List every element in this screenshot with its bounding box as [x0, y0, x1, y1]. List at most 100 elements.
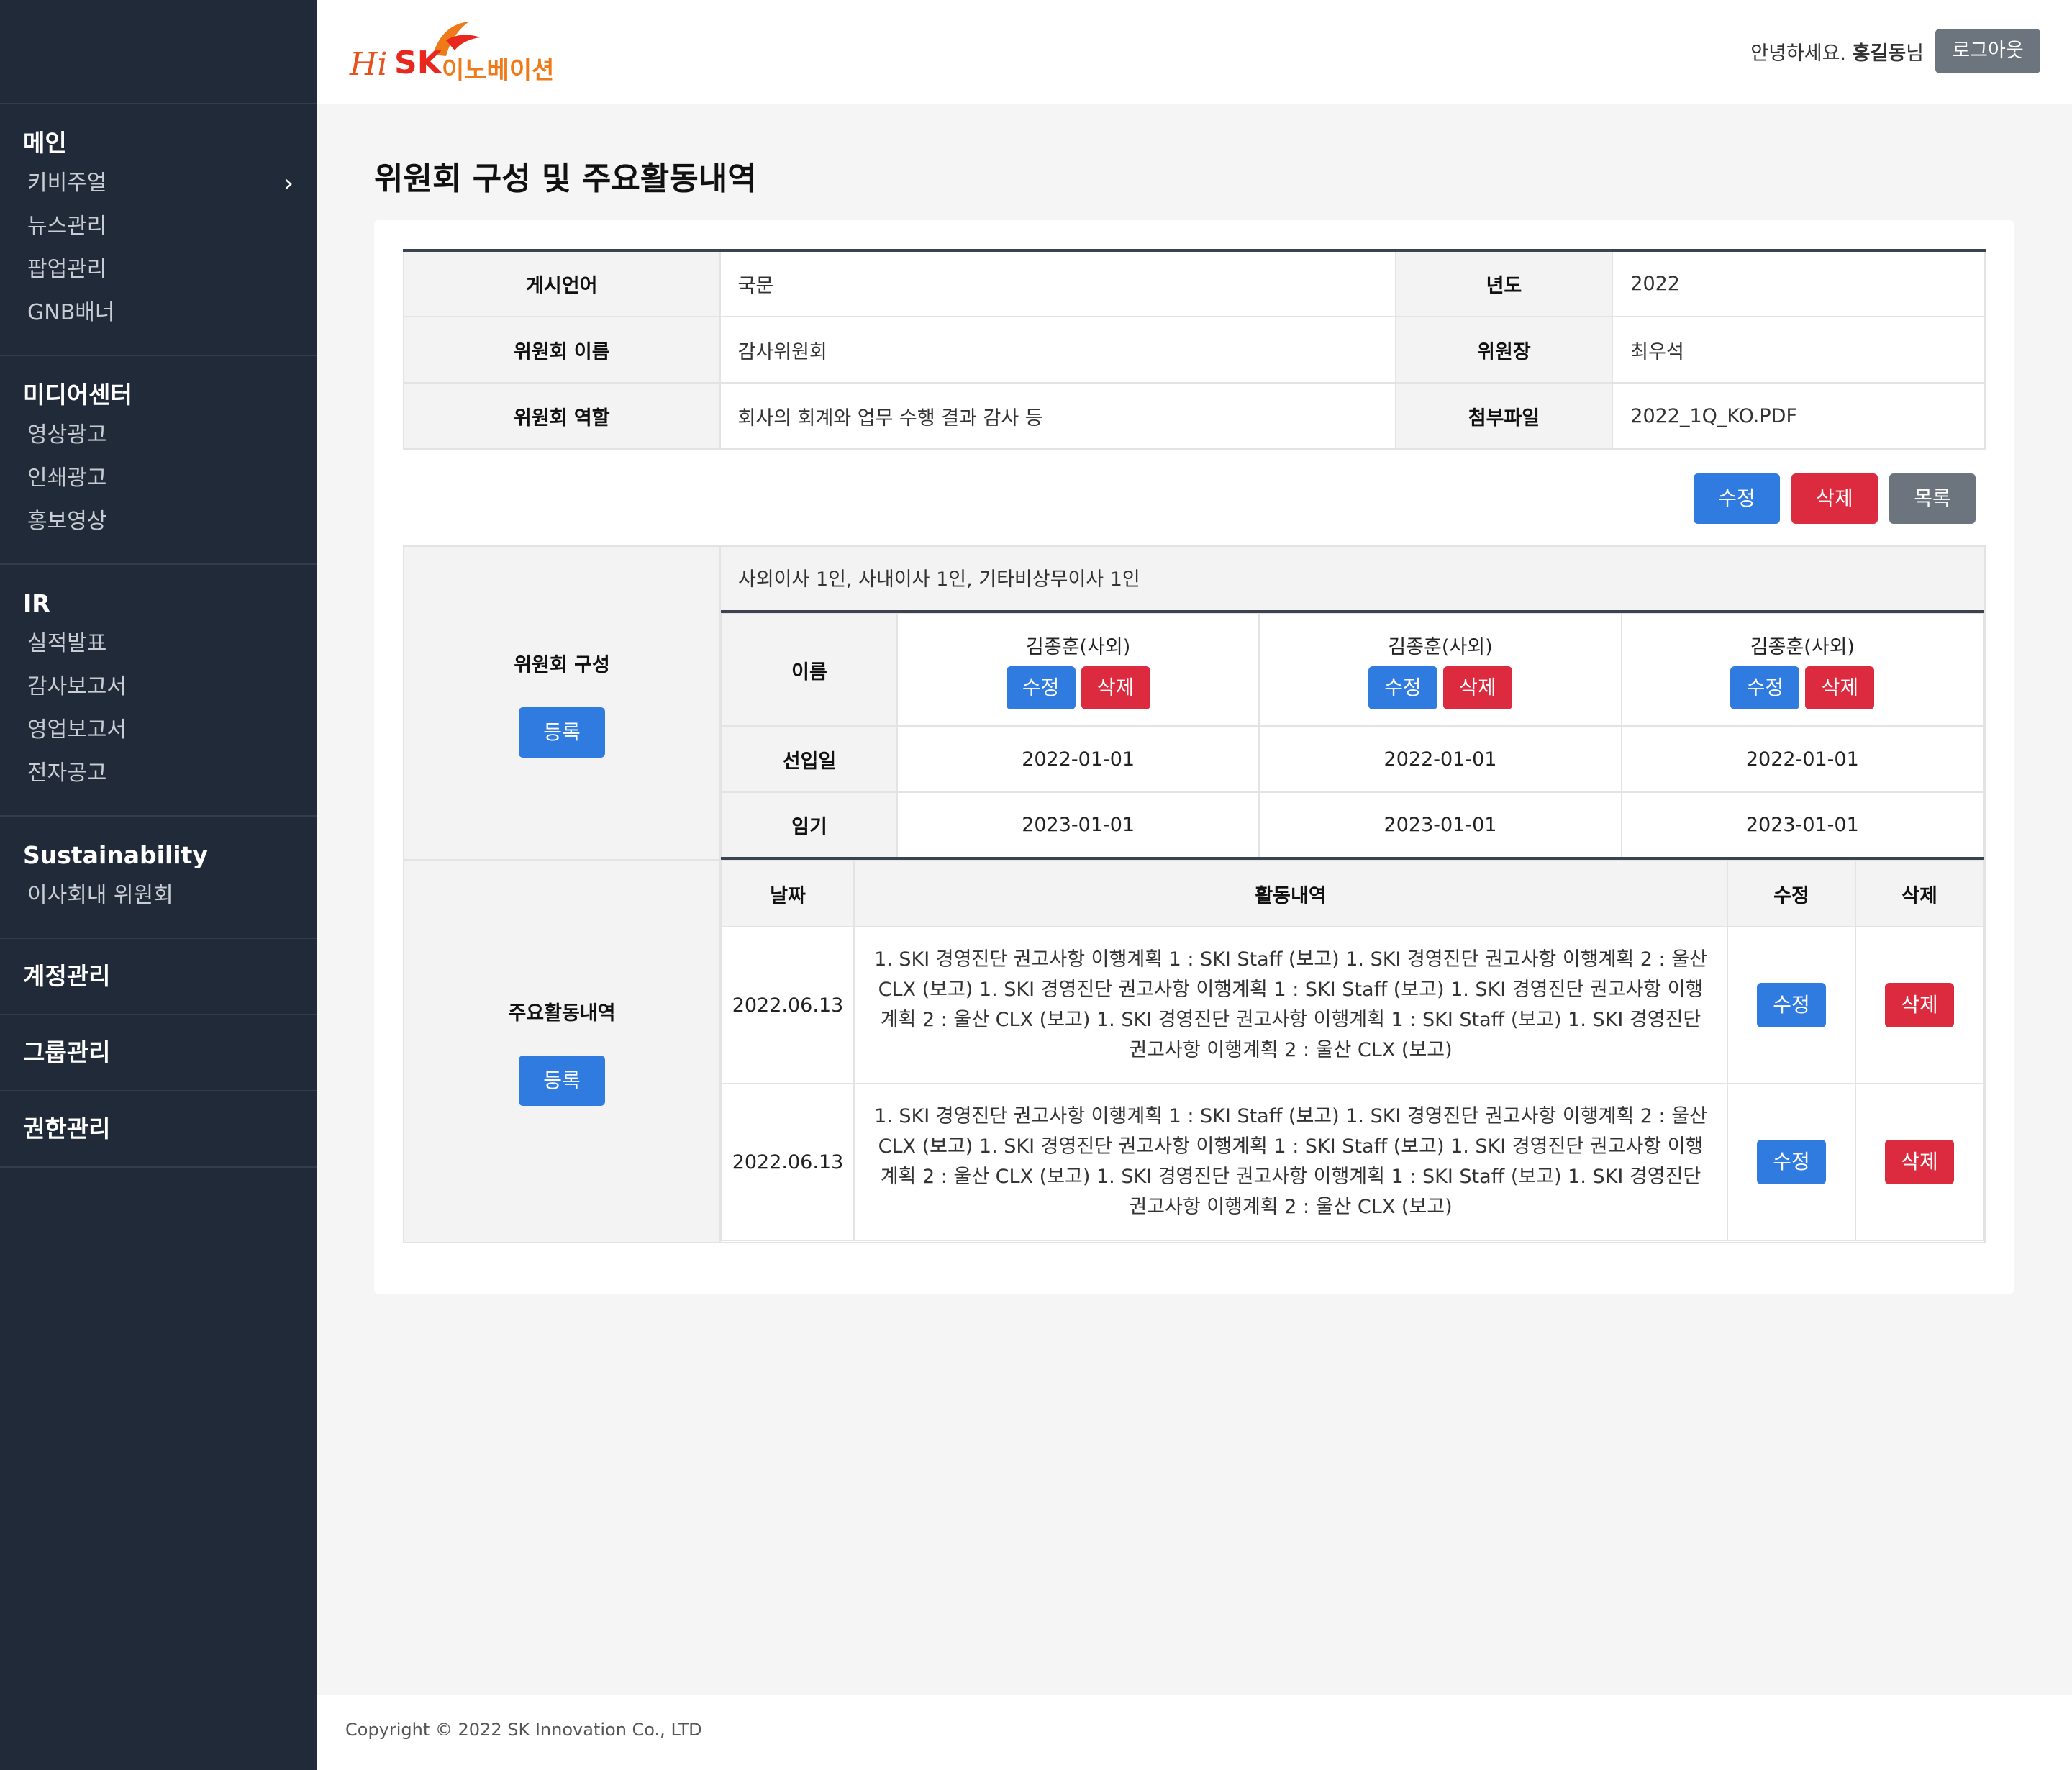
- member-delete-button[interactable]: 삭제: [1805, 666, 1875, 709]
- page-title: 위원회 구성 및 주요활동내역: [374, 160, 757, 197]
- member-name: 김종훈(사외): [1026, 635, 1131, 658]
- activity-edit-button[interactable]: 수정: [1757, 1140, 1826, 1184]
- year-label: 년도: [1394, 250, 1614, 317]
- committee-name-value: 감사위원회: [719, 316, 1396, 384]
- sidebar-item-gnb-banner[interactable]: GNB배너: [0, 291, 317, 335]
- sidebar-heading-sustainability[interactable]: Sustainability: [0, 837, 317, 874]
- sidebar-heading-main[interactable]: 메인: [0, 124, 317, 162]
- member-delete-button[interactable]: 삭제: [1081, 666, 1150, 709]
- sidebar-heading-accounts[interactable]: 계정관리: [0, 958, 317, 995]
- sidebar-item-video-ad[interactable]: 영상광고: [0, 414, 317, 457]
- activities-content: 날짜 활동내역 수정 삭제 2022.06.13 1. SKI 경영진단 권고사…: [720, 860, 1985, 1243]
- info-table: 게시언어 국문 년도 2022 위원회 이름 감사위원회 위원장 최우석 위원회…: [403, 249, 1986, 450]
- content-card: 게시언어 국문 년도 2022 위원회 이름 감사위원회 위원장 최우석 위원회…: [374, 220, 2014, 1294]
- sidebar-item-board-committee[interactable]: 이사회내 위원회: [0, 874, 317, 917]
- sidebar: 메인 키비주얼 › 뉴스관리 팝업관리 GNB배너 미디어센터 영상광고 인쇄광…: [0, 0, 317, 1770]
- greeting-text: 안녕하세요. 홍길동님: [1750, 37, 1924, 65]
- member-edit-button[interactable]: 수정: [1006, 666, 1076, 709]
- chevron-right-icon: ›: [283, 169, 294, 198]
- sidebar-section-groups: 그룹관리: [0, 1015, 317, 1092]
- greeting-prefix: 안녕하세요.: [1750, 42, 1847, 65]
- logo-sk: SK: [394, 45, 442, 81]
- sidebar-item-popup[interactable]: 팝업관리: [0, 248, 317, 291]
- register-activity-button[interactable]: 등록: [519, 1055, 605, 1106]
- sidebar-item-earnings[interactable]: 실적발표: [0, 622, 317, 666]
- composition-header-cell: 위원회 구성 등록: [404, 546, 721, 861]
- footer: Copyright © 2022 SK Innovation Co., LTD: [317, 1695, 2072, 1770]
- activities-content-header: 활동내역: [853, 860, 1728, 927]
- attachment-label: 첨부파일: [1394, 382, 1614, 450]
- sidebar-heading-permissions[interactable]: 권한관리: [0, 1110, 317, 1148]
- activities-table: 날짜 활동내역 수정 삭제 2022.06.13 1. SKI 경영진단 권고사…: [721, 860, 1984, 1241]
- activities-edit-header: 수정: [1727, 860, 1856, 927]
- year-value: 2022: [1612, 250, 1986, 317]
- member-name-label: 이름: [721, 613, 898, 727]
- activities-date-header: 날짜: [721, 860, 855, 927]
- committee-name-label: 위원회 이름: [403, 316, 721, 384]
- sidebar-item-print-ad[interactable]: 인쇄광고: [0, 457, 317, 500]
- activity-delete-button[interactable]: 삭제: [1885, 1140, 1954, 1184]
- table-row: 2022.06.13 1. SKI 경영진단 권고사항 이행계획 1 : SKI…: [721, 926, 1984, 1084]
- activities-label: 주요활동내역: [508, 1002, 616, 1025]
- activity-edit-cell: 수정: [1727, 926, 1856, 1084]
- sidebar-item-keyvisual[interactable]: 키비주얼 ›: [0, 162, 317, 205]
- member-term: 2023-01-01: [896, 791, 1260, 860]
- member-appointed: 2022-01-01: [896, 725, 1260, 793]
- sidebar-item-pr-video[interactable]: 홍보영상: [0, 500, 317, 543]
- sidebar-section-ir: IR 실적발표 감사보고서 영업보고서 전자공고: [0, 565, 317, 817]
- edit-button[interactable]: 수정: [1694, 473, 1780, 524]
- sidebar-item-e-notice[interactable]: 전자공고: [0, 752, 317, 795]
- activity-delete-button[interactable]: 삭제: [1885, 983, 1954, 1027]
- sidebar-heading-media[interactable]: 미디어센터: [0, 376, 317, 414]
- user-name: 홍길동: [1852, 42, 1907, 65]
- copyright-text: Copyright © 2022 SK Innovation Co., LTD: [345, 1720, 702, 1740]
- sidebar-section-accounts: 계정관리: [0, 939, 317, 1015]
- brand-logo[interactable]: Hi SK 이노베이션: [350, 17, 580, 89]
- greeting-suffix: 님: [1906, 42, 1924, 65]
- register-member-button[interactable]: 등록: [519, 707, 605, 758]
- term-label: 임기: [721, 791, 898, 860]
- list-button[interactable]: 목록: [1889, 473, 1976, 524]
- activities-delete-header: 삭제: [1855, 860, 1984, 927]
- appointed-label: 선입일: [721, 725, 898, 793]
- sidebar-heading-groups[interactable]: 그룹관리: [0, 1034, 317, 1071]
- action-buttons: 수정 삭제 목록: [1694, 473, 1976, 524]
- activity-content: 1. SKI 경영진단 권고사항 이행계획 1 : SKI Staff (보고)…: [853, 1083, 1728, 1241]
- members-table: 이름 김종훈(사외) 수정 삭제 김종훈(사외) 수정 삭제 김종훈(사외) 수…: [721, 613, 1985, 860]
- sidebar-section-permissions: 권한관리: [0, 1092, 317, 1168]
- sidebar-section-sustainability: Sustainability 이사회내 위원회: [0, 817, 317, 939]
- activity-edit-button[interactable]: 수정: [1757, 983, 1826, 1027]
- sidebar-item-audit-report[interactable]: 감사보고서: [0, 666, 317, 709]
- lang-value: 국문: [719, 250, 1396, 317]
- activity-delete-cell: 삭제: [1855, 926, 1984, 1084]
- member-edit-button[interactable]: 수정: [1730, 666, 1800, 709]
- sidebar-item-label: 키비주얼: [27, 171, 107, 196]
- committee-detail-table: 위원회 구성 등록 사외이사 1인, 사내이사 1인, 기타비상무이사 1인 이…: [403, 545, 1986, 1243]
- member-name: 김종훈(사외): [1750, 635, 1855, 658]
- attachment-link[interactable]: 2022_1Q_KO.PDF: [1612, 382, 1986, 450]
- sidebar-item-news[interactable]: 뉴스관리: [0, 205, 317, 248]
- activity-date: 2022.06.13: [721, 926, 855, 1084]
- activity-content: 1. SKI 경영진단 권고사항 이행계획 1 : SKI Staff (보고)…: [853, 926, 1728, 1084]
- logo-hi: Hi: [350, 46, 388, 83]
- member-appointed: 2022-01-01: [1258, 725, 1622, 793]
- logout-button[interactable]: 로그아웃: [1935, 29, 2040, 73]
- table-row: 2022.06.13 1. SKI 경영진단 권고사항 이행계획 1 : SKI…: [721, 1083, 1984, 1241]
- sidebar-section-media: 미디어센터 영상광고 인쇄광고 홍보영상: [0, 356, 317, 565]
- logo-innovation: 이노베이션: [442, 56, 555, 85]
- member-delete-button[interactable]: 삭제: [1442, 666, 1512, 709]
- member-term: 2023-01-01: [1258, 791, 1622, 860]
- composition-summary: 사외이사 1인, 사내이사 1인, 기타비상무이사 1인: [721, 547, 1984, 613]
- delete-button[interactable]: 삭제: [1791, 473, 1878, 524]
- member-name: 김종훈(사외): [1388, 635, 1493, 658]
- sidebar-section-main: 메인 키비주얼 › 뉴스관리 팝업관리 GNB배너: [0, 104, 317, 356]
- sidebar-item-business-report[interactable]: 영업보고서: [0, 709, 317, 752]
- member-term: 2023-01-01: [1620, 791, 1985, 860]
- chair-label: 위원장: [1394, 316, 1614, 384]
- committee-role-value: 회사의 회계와 업무 수행 결과 감사 등: [719, 382, 1396, 450]
- member-cell: 김종훈(사외) 수정 삭제: [896, 613, 1260, 727]
- activities-header-cell: 주요활동내역 등록: [404, 860, 721, 1243]
- activity-edit-cell: 수정: [1727, 1083, 1856, 1241]
- sidebar-heading-ir[interactable]: IR: [0, 585, 317, 622]
- member-edit-button[interactable]: 수정: [1368, 666, 1437, 709]
